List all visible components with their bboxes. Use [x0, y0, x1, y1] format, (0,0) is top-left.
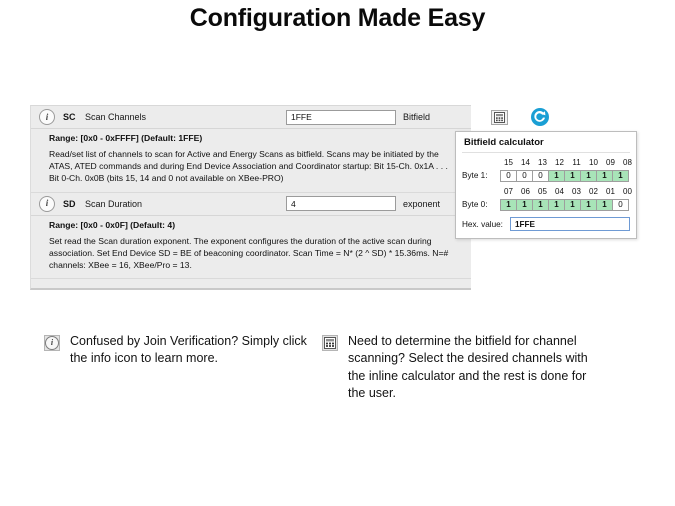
byte0-bit-labels: 07 06 05 04 03 02 01 00 [500, 187, 636, 196]
info-icon[interactable]: i [39, 195, 55, 212]
parameter-name-sd: Scan Duration [85, 198, 143, 209]
bit-label: 15 [504, 158, 513, 167]
byte1-cells: 0 0 0 1 1 1 1 1 [500, 169, 629, 182]
parameter-unit-sc: Bitfield [403, 112, 431, 122]
bit-label: 02 [589, 187, 598, 196]
byte1-bit-labels: 15 14 13 12 11 10 09 08 [500, 158, 636, 167]
parameter-row-sd[interactable]: i SD Scan Duration 4 exponent [31, 192, 471, 216]
bit-label: 08 [623, 158, 632, 167]
parameter-range-sc: Range: [0x0 - 0xFFFF] (Default: 1FFE) [49, 133, 203, 143]
bitfield-calculator-title: Bitfield calculator [462, 136, 630, 153]
bit-cell[interactable]: 1 [596, 169, 613, 182]
bit-cell[interactable]: 1 [596, 198, 613, 211]
bit-cell[interactable]: 0 [516, 169, 533, 182]
bit-cell[interactable]: 0 [612, 198, 629, 211]
byte1-bit-labels-row: 15 14 13 12 11 10 09 08 [462, 156, 632, 169]
bit-cell[interactable]: 1 [500, 198, 517, 211]
annotations: i Confused by Join Verification? Simply … [44, 333, 644, 402]
annotation-info: i Confused by Join Verification? Simply … [44, 333, 322, 402]
bit-cell[interactable]: 1 [612, 169, 629, 182]
bit-label: 10 [589, 158, 598, 167]
info-icon[interactable]: i [39, 109, 55, 125]
bit-cell[interactable]: 1 [580, 198, 597, 211]
bit-cell[interactable]: 0 [532, 169, 549, 182]
byte0-cells: 1 1 1 1 1 1 1 0 [500, 198, 629, 211]
page-title: Configuration Made Easy [189, 4, 486, 32]
parameter-range-sd: Range: [0x0 - 0x0F] (Default: 4) [49, 219, 176, 230]
bit-label: 06 [521, 187, 530, 196]
refresh-icon[interactable] [530, 107, 550, 127]
byte0-label: Byte 0: [462, 200, 488, 209]
configuration-panel: i SC Scan Channels 1FFE Bitfield Range: … [30, 105, 549, 291]
bit-cell[interactable]: 1 [548, 169, 565, 182]
calculator-icon [322, 335, 338, 351]
parameter-description-sd: Set read the Scan duration exponent. The… [49, 235, 449, 271]
parameter-row-sc[interactable]: i SC Scan Channels 1FFE Bitfield [31, 106, 549, 129]
bit-label: 04 [555, 187, 564, 196]
annotation-text: Confused by Join Verification? Simply cl… [70, 334, 307, 366]
hex-value-label: Hex. value: [462, 219, 503, 229]
byte1-row: Byte 1: 0 0 0 1 1 1 1 1 [462, 169, 630, 182]
parameter-detail-sd: Range: [0x0 - 0x0F] (Default: 4) Set rea… [31, 215, 471, 280]
bit-cell[interactable]: 1 [564, 198, 581, 211]
bit-cell[interactable]: 1 [580, 169, 597, 182]
parameter-detail-sc: Range: [0x0 - 0xFFFF] (Default: 1FFE) Re… [31, 129, 471, 193]
bit-cell[interactable]: 1 [516, 198, 533, 211]
bit-label: 01 [606, 187, 615, 196]
bit-cell[interactable]: 1 [564, 169, 581, 182]
bit-cell[interactable]: 0 [500, 169, 517, 182]
parameter-name-sc: Scan Channels [85, 112, 147, 122]
bit-label: 12 [555, 158, 564, 167]
hex-value-input[interactable]: 1FFE [510, 217, 630, 231]
bit-label: 03 [572, 187, 581, 196]
bit-label: 07 [504, 187, 513, 196]
panel-bottom-filler [31, 279, 471, 289]
bitfield-calculator-popup: Bitfield calculator 15 14 13 12 11 10 09… [455, 131, 637, 239]
info-icon: i [44, 335, 60, 351]
annotation-calculator: Need to determine the bitfield for chann… [322, 333, 602, 402]
bit-label: 11 [572, 158, 581, 167]
byte0-bit-labels-row: 07 06 05 04 03 02 01 00 [462, 185, 632, 198]
bit-label: 00 [623, 187, 632, 196]
bit-cell[interactable]: 1 [548, 198, 565, 211]
parameter-value-input-sd[interactable]: 4 [286, 196, 396, 212]
byte0-row: Byte 0: 1 1 1 1 1 1 1 0 [462, 198, 630, 211]
parameter-value-input-sc[interactable]: 1FFE [286, 109, 396, 125]
byte1-label: Byte 1: [462, 171, 488, 180]
bit-label: 14 [521, 158, 530, 167]
parameter-description-sc: Read/set list of channels to scan for Ac… [49, 149, 448, 184]
annotation-text: Need to determine the bitfield for chann… [348, 334, 588, 400]
parameter-code-sd: SD [63, 198, 76, 209]
parameter-code-sc: SC [63, 112, 76, 122]
bit-label: 05 [538, 187, 547, 196]
hex-value-row: Hex. value: 1FFE [462, 217, 630, 231]
bit-cell[interactable]: 1 [532, 198, 549, 211]
parameter-unit-sd: exponent [403, 198, 441, 209]
bit-label: 13 [538, 158, 547, 167]
bit-label: 09 [606, 158, 615, 167]
calculator-icon[interactable] [491, 109, 508, 125]
